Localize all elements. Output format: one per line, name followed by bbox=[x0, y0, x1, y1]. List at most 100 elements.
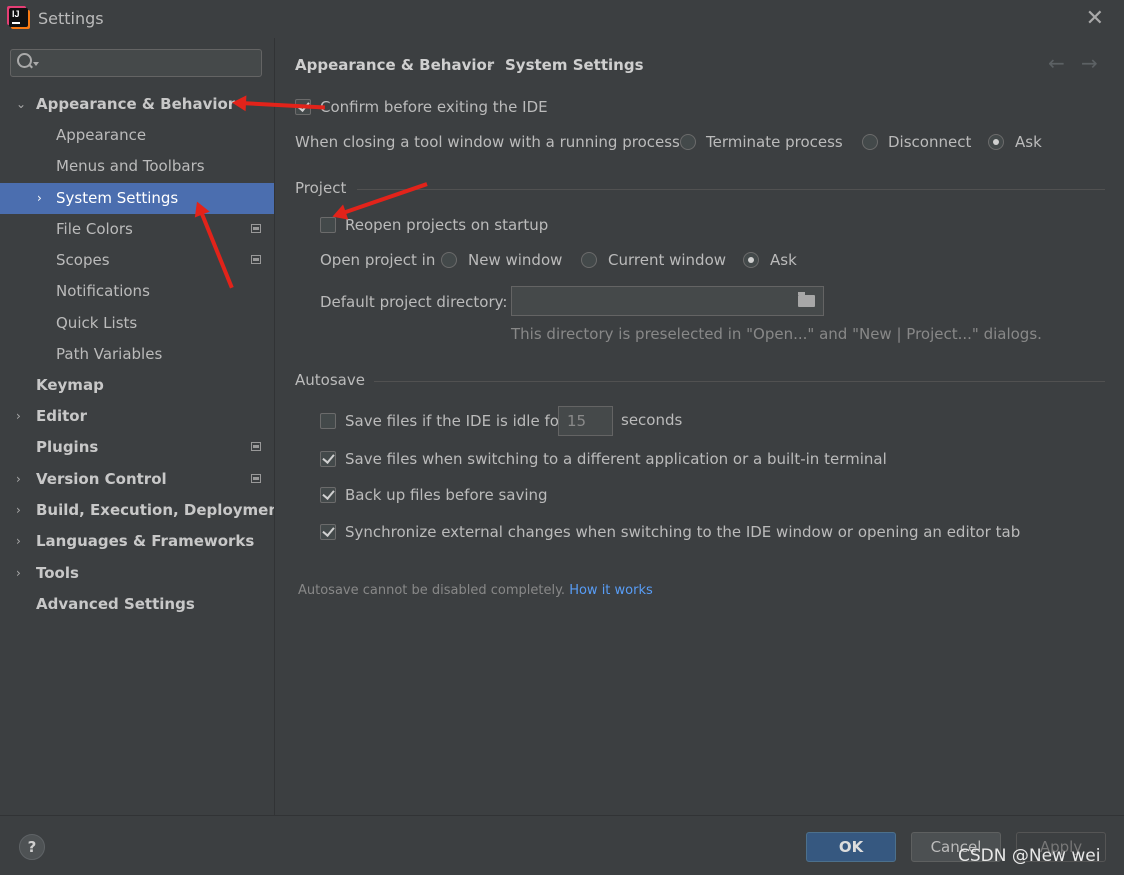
sidebar-item-build-execution-deployment[interactable]: › Build, Execution, Deployment bbox=[0, 495, 286, 526]
autosave-note: Autosave cannot be disabled completely. … bbox=[298, 583, 653, 598]
default-directory-label: Default project directory: bbox=[320, 293, 508, 311]
ask-label[interactable]: Ask bbox=[1015, 133, 1042, 151]
chevron-down-icon[interactable]: ⌄ bbox=[16, 89, 26, 120]
closing-tool-window-label: When closing a tool window with a runnin… bbox=[295, 133, 685, 151]
intellij-app-icon: IJ bbox=[9, 8, 28, 27]
sidebar-item-scopes[interactable]: Scopes bbox=[0, 245, 274, 276]
project-level-icon bbox=[251, 255, 261, 264]
sidebar-item-label: Version Control bbox=[36, 470, 167, 488]
back-arrow-icon[interactable]: ← bbox=[1048, 51, 1065, 75]
sidebar-item-file-colors[interactable]: File Colors bbox=[0, 214, 274, 245]
help-button[interactable]: ? bbox=[19, 834, 45, 860]
confirm-exit-label[interactable]: Confirm before exiting the IDE bbox=[320, 98, 548, 116]
close-icon[interactable]: ✕ bbox=[1086, 6, 1104, 31]
terminate-process-radio[interactable] bbox=[680, 134, 696, 150]
reopen-projects-label[interactable]: Reopen projects on startup bbox=[345, 216, 548, 234]
chevron-right-icon[interactable]: › bbox=[16, 526, 21, 557]
chevron-right-icon[interactable]: › bbox=[16, 495, 21, 526]
seconds-label: seconds bbox=[621, 411, 683, 429]
chevron-right-icon[interactable]: › bbox=[16, 464, 21, 495]
how-it-works-link[interactable]: How it works bbox=[569, 583, 653, 598]
sidebar-item-tools[interactable]: › Tools bbox=[0, 558, 274, 589]
title-bar: IJ Settings ✕ bbox=[0, 0, 1124, 38]
breadcrumb-separator: › bbox=[487, 56, 493, 74]
sidebar-item-label: Editor bbox=[36, 407, 87, 425]
disconnect-radio[interactable] bbox=[862, 134, 878, 150]
autosave-separator bbox=[374, 381, 1105, 382]
sidebar-item-label: Build, Execution, Deployment bbox=[36, 501, 287, 519]
ask-open-label[interactable]: Ask bbox=[770, 251, 797, 269]
default-directory-field[interactable] bbox=[511, 286, 824, 316]
search-input[interactable] bbox=[10, 49, 262, 77]
window-title: Settings bbox=[38, 9, 104, 28]
sidebar-item-label: Tools bbox=[36, 564, 79, 582]
watermark-text: CSDN @New wei bbox=[958, 846, 1101, 866]
project-level-icon bbox=[251, 474, 261, 483]
sidebar-item-label: Advanced Settings bbox=[36, 595, 195, 613]
disconnect-label[interactable]: Disconnect bbox=[888, 133, 971, 151]
new-window-label[interactable]: New window bbox=[468, 251, 562, 269]
sidebar-item-label: Appearance bbox=[56, 126, 147, 144]
save-on-switch-checkbox[interactable] bbox=[320, 451, 336, 467]
chevron-right-icon[interactable]: › bbox=[37, 183, 42, 214]
sidebar-item-label: Keymap bbox=[36, 376, 104, 394]
sync-changes-checkbox[interactable] bbox=[320, 524, 336, 540]
idle-seconds-input[interactable]: 15 bbox=[558, 406, 613, 436]
sidebar-item-appearance[interactable]: Appearance bbox=[0, 120, 274, 151]
breadcrumb-current: System Settings bbox=[505, 56, 644, 74]
current-window-label[interactable]: Current window bbox=[608, 251, 726, 269]
sidebar-item-label: Plugins bbox=[36, 438, 99, 456]
sidebar-item-system-settings[interactable]: › System Settings bbox=[0, 183, 274, 214]
save-idle-label[interactable]: Save files if the IDE is idle for bbox=[345, 412, 565, 430]
sidebar-item-notifications[interactable]: Notifications bbox=[0, 276, 274, 307]
folder-icon[interactable] bbox=[798, 292, 815, 307]
breadcrumb-parent[interactable]: Appearance & Behavior bbox=[295, 56, 494, 74]
sidebar-item-version-control[interactable]: › Version Control bbox=[0, 464, 274, 495]
sidebar-item-advanced-settings[interactable]: Advanced Settings bbox=[0, 589, 274, 620]
project-level-icon bbox=[251, 442, 261, 451]
terminate-process-label[interactable]: Terminate process bbox=[706, 133, 843, 151]
project-separator bbox=[357, 189, 1105, 190]
sidebar-item-label: Menus and Toolbars bbox=[56, 157, 205, 175]
idle-seconds-value: 15 bbox=[567, 412, 587, 430]
autosave-note-text: Autosave cannot be disabled completely. bbox=[298, 583, 566, 598]
forward-arrow-icon[interactable]: → bbox=[1081, 51, 1098, 75]
sidebar-item-label: Scopes bbox=[56, 251, 110, 269]
backup-label[interactable]: Back up files before saving bbox=[345, 486, 548, 504]
sync-changes-label[interactable]: Synchronize external changes when switch… bbox=[345, 523, 1020, 541]
sidebar-item-label: Languages & Frameworks bbox=[36, 532, 255, 550]
sidebar-item-menus-and-toolbars[interactable]: Menus and Toolbars bbox=[0, 151, 274, 182]
current-window-radio[interactable] bbox=[581, 252, 597, 268]
ask-open-radio[interactable] bbox=[743, 252, 759, 268]
sidebar-item-label: System Settings bbox=[56, 189, 179, 207]
save-idle-checkbox[interactable] bbox=[320, 413, 336, 429]
ask-radio[interactable] bbox=[988, 134, 1004, 150]
search-dropdown-icon[interactable] bbox=[33, 62, 39, 66]
sidebar-item-label: File Colors bbox=[56, 220, 133, 238]
sidebar-item-editor[interactable]: › Editor bbox=[0, 401, 274, 432]
backup-checkbox[interactable] bbox=[320, 487, 336, 503]
project-section-title: Project bbox=[295, 179, 347, 197]
sidebar-item-label: Quick Lists bbox=[56, 314, 138, 332]
sidebar-item-path-variables[interactable]: Path Variables bbox=[0, 339, 274, 370]
search-icon bbox=[17, 53, 32, 68]
sidebar-item-label: Path Variables bbox=[56, 345, 163, 363]
sidebar-item-keymap[interactable]: Keymap bbox=[0, 370, 274, 401]
settings-sidebar: ⌄ Appearance & Behavior Appearance Menus an… bbox=[0, 38, 286, 815]
new-window-radio[interactable] bbox=[441, 252, 457, 268]
open-project-in-label: Open project in bbox=[320, 251, 436, 269]
settings-content: Appearance & Behavior › System Settings … bbox=[275, 38, 1124, 815]
autosave-section-title: Autosave bbox=[295, 371, 365, 389]
sidebar-item-languages-frameworks[interactable]: › Languages & Frameworks bbox=[0, 526, 274, 557]
sidebar-item-label: Notifications bbox=[56, 282, 150, 300]
default-directory-hint: This directory is preselected in "Open..… bbox=[511, 325, 1042, 343]
sidebar-item-quick-lists[interactable]: Quick Lists bbox=[0, 308, 274, 339]
project-level-icon bbox=[251, 224, 261, 233]
sidebar-item-plugins[interactable]: Plugins bbox=[0, 432, 274, 463]
save-on-switch-label[interactable]: Save files when switching to a different… bbox=[345, 450, 887, 468]
chevron-right-icon[interactable]: › bbox=[16, 558, 21, 589]
chevron-right-icon[interactable]: › bbox=[16, 401, 21, 432]
dialog-button-bar: ? OK Cancel Apply CSDN @New wei bbox=[0, 815, 1124, 875]
sidebar-item-label: Appearance & Behavior bbox=[36, 95, 236, 113]
ok-button[interactable]: OK bbox=[806, 832, 896, 862]
